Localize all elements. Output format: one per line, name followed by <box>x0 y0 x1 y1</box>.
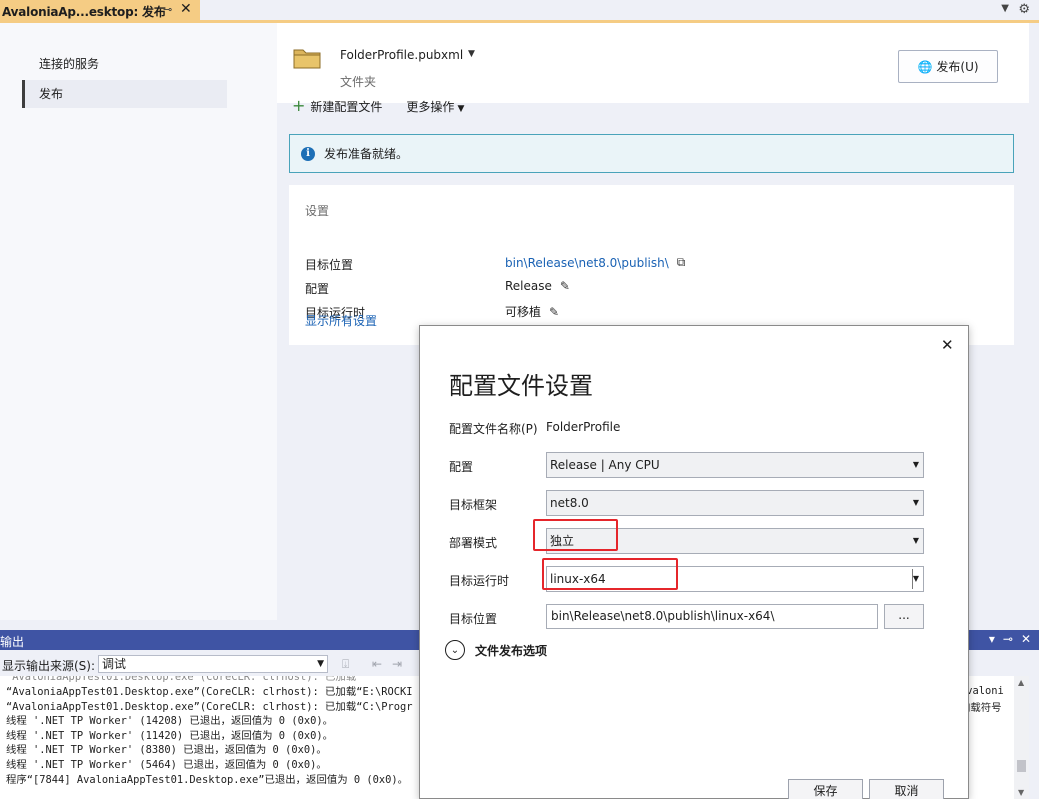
left-nav: 连接的服务 发布 <box>0 23 277 620</box>
settings-title: 设置 <box>305 204 330 218</box>
chevron-down-icon: ▼ <box>912 536 919 545</box>
target-location-link[interactable]: bin\Release\net8.0\publish\ <box>505 256 669 270</box>
chevron-down-icon: ▼ <box>912 498 919 507</box>
output-source-select[interactable]: 调试 ▼ <box>98 655 328 673</box>
configuration-select-value: Release | Any CPU <box>550 458 660 472</box>
deploy-mode-label: 部署模式 <box>449 536 498 550</box>
close-icon[interactable]: ✕ <box>1021 632 1031 646</box>
cancel-button[interactable]: 取消 <box>869 779 944 799</box>
setting-value-configuration: Release ✎ <box>505 279 570 293</box>
chevron-down-circle-icon: ⌄ <box>445 640 465 660</box>
chevron-down-icon: ▼ <box>912 460 919 469</box>
file-publish-options-expander[interactable]: ⌄ 文件发布选项 <box>445 640 547 660</box>
more-actions-label: 更多操作 <box>406 99 455 114</box>
output-window-buttons: ▾ ⊸ ✕ <box>989 632 1031 646</box>
output-source-label: 显示输出来源(S): <box>2 659 96 673</box>
pin-icon[interactable]: ⊸ <box>1003 632 1013 646</box>
publish-button-label: 发布(U) <box>936 60 979 74</box>
setting-key-target-location: 目标位置 <box>305 258 354 272</box>
document-tab-publish[interactable]: AvaloniaAp...esktop: 发布 ⊸ ✕ <box>0 0 200 22</box>
configuration-label: 配置 <box>449 460 474 474</box>
window-menu-chevron-icon[interactable]: ▾ <box>989 632 995 646</box>
configuration-select[interactable]: Release | Any CPU ▼ <box>546 452 924 478</box>
info-icon: i <box>301 146 315 161</box>
framework-select-value: net8.0 <box>550 496 589 510</box>
folder-icon <box>293 49 321 69</box>
scroll-up-icon[interactable]: ▲ <box>1018 678 1024 687</box>
close-tab-icon[interactable]: ✕ <box>180 1 192 17</box>
profile-name-label: 配置文件名称(P) <box>449 422 538 436</box>
document-tab-title: AvaloniaAp...esktop: 发布 <box>2 4 166 19</box>
dialog-close-icon[interactable]: ✕ <box>941 336 954 354</box>
target-location-label: 目标位置 <box>449 612 498 626</box>
show-all-settings-link[interactable]: 显示所有设置 <box>305 312 377 329</box>
save-button[interactable]: 保存 <box>788 779 863 799</box>
scroll-down-icon[interactable]: ▼ <box>1018 788 1024 797</box>
file-publish-options-label: 文件发布选项 <box>475 643 548 658</box>
find-message-icon[interactable]: ⍗ <box>342 657 349 672</box>
globe-upload-icon: 🌐 <box>917 59 933 74</box>
previous-message-icon[interactable]: ⇤ <box>372 657 382 671</box>
setting-value-target-location: bin\Release\net8.0\publish\ ⧉ <box>505 255 685 270</box>
dialog-title: 配置文件设置 <box>449 372 593 400</box>
tab-list-dropdown-icon[interactable]: ▼ <box>1001 3 1009 14</box>
profile-dropdown-icon[interactable]: ▼ <box>468 49 475 59</box>
profile-header-card: FolderProfile.pubxml ▼ 文件夹 🌐 发布(U) <box>277 23 1029 103</box>
chevron-down-icon: ▼ <box>317 659 324 669</box>
page-scrollbar[interactable] <box>1029 23 1039 620</box>
copy-icon[interactable]: ⧉ <box>677 255 686 270</box>
chevron-down-icon[interactable]: ▼ <box>913 567 919 591</box>
gear-icon[interactable]: ⚙ <box>1018 2 1030 17</box>
output-title: 输出 <box>0 635 25 649</box>
profile-settings-dialog: ✕ 配置文件设置 配置文件名称(P) FolderProfile 配置 Rele… <box>419 325 969 799</box>
settings-card: 设置 目标位置 bin\Release\net8.0\publish\ ⧉ 配置… <box>289 185 1014 345</box>
target-location-input[interactable]: bin\Release\net8.0\publish\linux-x64\ <box>546 604 878 629</box>
scroll-thumb[interactable] <box>1017 760 1026 772</box>
output-scrollbar[interactable]: ▲ ▼ <box>1014 676 1029 799</box>
configuration-value: Release <box>505 279 552 293</box>
edit-configuration-pencil-icon[interactable]: ✎ <box>560 279 570 293</box>
next-message-icon[interactable]: ⇥ <box>392 657 402 671</box>
publish-toolbar: + 新建配置文件 更多操作 ▼ <box>292 95 464 117</box>
framework-label: 目标框架 <box>449 498 498 512</box>
publish-button[interactable]: 🌐 发布(U) <box>898 50 998 83</box>
document-tab-strip: AvaloniaAp...esktop: 发布 ⊸ ✕ ▼ ⚙ <box>0 0 1039 23</box>
info-bar: i 发布准备就绪。 <box>289 134 1014 173</box>
profile-type: 文件夹 <box>340 75 377 89</box>
edit-runtime-pencil-icon[interactable]: ✎ <box>549 305 559 319</box>
nav-item-connected-services[interactable]: 连接的服务 <box>22 50 227 78</box>
highlight-box-runtime <box>542 558 678 590</box>
browse-button[interactable]: ... <box>884 604 924 629</box>
setting-value-target-runtime: 可移植 ✎ <box>505 303 559 320</box>
info-message: 发布准备就绪。 <box>324 147 409 161</box>
highlight-box-deploy-mode <box>533 519 618 551</box>
runtime-label: 目标运行时 <box>449 574 510 588</box>
more-actions-button[interactable]: 更多操作 ▼ <box>406 98 464 115</box>
profile-name[interactable]: FolderProfile.pubxml <box>340 48 463 62</box>
profile-name-value: FolderProfile <box>546 420 621 434</box>
chevron-down-icon: ▼ <box>457 103 465 114</box>
pin-icon[interactable]: ⊸ <box>163 3 172 16</box>
plus-icon[interactable]: + <box>292 98 305 114</box>
setting-key-configuration: 配置 <box>305 282 330 296</box>
new-profile-button[interactable]: 新建配置文件 <box>310 98 382 115</box>
nav-item-publish[interactable]: 发布 <box>22 80 227 108</box>
target-runtime-value: 可移植 <box>505 305 542 319</box>
framework-select[interactable]: net8.0 ▼ <box>546 490 924 516</box>
output-source-value: 调试 <box>102 657 127 671</box>
